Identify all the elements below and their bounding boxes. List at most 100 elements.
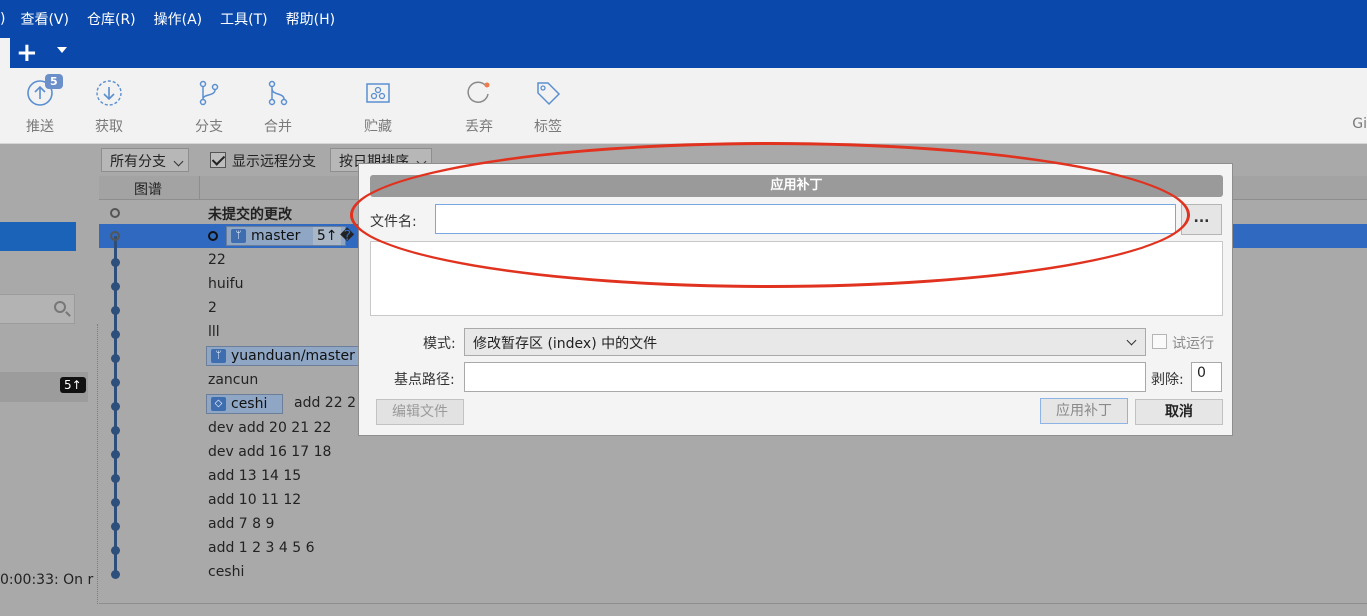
graph-node (111, 354, 120, 363)
dialog-title: 应用补丁 (370, 175, 1223, 197)
graph-node (111, 330, 120, 339)
sidebar-search-input[interactable] (0, 294, 75, 324)
apply-patch-dialog: 应用补丁 文件名: ... 模式: 修改暂存区 (index) 中的文件 试运行… (358, 163, 1233, 436)
discard-button[interactable]: 丢弃 (449, 78, 509, 136)
base-path-label: 基点路径: (394, 372, 455, 388)
browse-button[interactable]: ... (1181, 204, 1222, 235)
commit-row[interactable]: 2 (208, 300, 217, 316)
push-count-badge: 5 (45, 74, 63, 89)
discard-icon (467, 81, 490, 103)
stash-icon (366, 83, 390, 103)
active-tab[interactable] (0, 38, 10, 68)
fetch-icon (96, 80, 122, 106)
commit-row[interactable]: add 1 2 3 4 5 6 (208, 540, 315, 556)
graph-column-header[interactable]: 图谱 (134, 179, 162, 199)
menu-bar: ) 查看(V) 仓库(R) 操作(A) 工具(T) 帮助(H) (0, 0, 1367, 38)
tag-name: ceshi (231, 396, 268, 412)
branch-icon: ᛘ (231, 229, 246, 243)
cancel-button[interactable]: 取消 (1135, 399, 1223, 425)
stash-button[interactable]: 贮藏 (348, 78, 408, 136)
tag-label-ceshi[interactable]: ◇ ceshi (206, 394, 283, 414)
column-separator (199, 176, 200, 200)
branch-icon (199, 80, 219, 106)
menu-view[interactable]: 查看(V) (11, 9, 78, 29)
branch-filter-dropdown[interactable]: 所有分支 (101, 148, 189, 172)
fetch-button[interactable]: 获取 (79, 78, 139, 136)
patch-preview-area[interactable] (370, 241, 1223, 316)
base-path-input[interactable] (464, 362, 1146, 392)
search-icon (54, 301, 66, 313)
edit-file-button[interactable]: 编辑文件 (376, 399, 464, 425)
commit-row[interactable]: add 13 14 15 (208, 468, 301, 484)
head-commit-message: � (340, 228, 355, 244)
tab-dropdown-icon[interactable] (57, 47, 67, 53)
graph-node (111, 546, 120, 555)
show-remote-checkbox[interactable] (210, 152, 226, 168)
head-marker-icon (208, 231, 218, 241)
menu-repository[interactable]: 仓库(R) (78, 9, 145, 29)
apply-patch-button[interactable]: 应用补丁 (1040, 398, 1128, 424)
tag-commit-message: add 22 2 (294, 395, 356, 411)
sidebar-timestamp: 0:00:33: On r (0, 572, 94, 588)
graph-node (111, 570, 120, 579)
toolbar: 5 推送 获取 分支 合并 贮藏 丢弃 标签 Gi (0, 68, 1367, 144)
graph-node (111, 282, 120, 291)
menu-actions[interactable]: 操作(A) (145, 9, 212, 29)
bottom-panel (99, 603, 1367, 616)
commit-row[interactable]: zancun (208, 372, 258, 388)
commit-row[interactable]: add 7 8 9 (208, 516, 274, 532)
graph-node (111, 306, 120, 315)
mode-value: 修改暂存区 (index) 中的文件 (473, 336, 658, 352)
menu-fragment: ) (0, 11, 6, 27)
sidebar-selected-item[interactable] (0, 222, 76, 251)
mode-select[interactable]: 修改暂存区 (index) 中的文件 (464, 328, 1146, 356)
graph-node (111, 378, 120, 387)
graph-node (111, 258, 120, 267)
strip-input[interactable]: 0 (1191, 362, 1222, 392)
dry-run-checkbox[interactable] (1152, 334, 1167, 349)
merge-icon (268, 80, 288, 106)
commit-row[interactable]: huifu (208, 276, 243, 292)
ahead-count: 5↑ (312, 227, 342, 245)
merge-button[interactable]: 合并 (248, 78, 308, 136)
strip-label: 剥除: (1151, 372, 1184, 388)
filename-label: 文件名: (370, 214, 417, 230)
tag-icon (537, 82, 561, 106)
branch-tag-master[interactable]: ᛘ master 5↑ (226, 226, 347, 246)
remote-branch-name: yuanduan/master (231, 348, 355, 364)
new-tab-plus-icon[interactable]: + (16, 39, 38, 67)
branch-tag-remote[interactable]: ᛘ yuanduan/master (206, 346, 360, 366)
merge-label: 合并 (264, 119, 292, 135)
uncommitted-changes-row[interactable]: 未提交的更改 (208, 204, 292, 224)
commit-row[interactable]: add 10 11 12 (208, 492, 301, 508)
graph-node (111, 498, 120, 507)
gitflow-label[interactable]: Gi (1352, 116, 1367, 132)
commit-row[interactable]: 22 (208, 252, 226, 268)
tag-label: 标签 (534, 119, 562, 135)
graph-node (111, 450, 120, 459)
show-remote-label: 显示远程分支 (232, 154, 316, 170)
graph-node-head (110, 231, 120, 241)
menu-tools[interactable]: 工具(T) (211, 9, 276, 29)
graph-node (111, 426, 120, 435)
commit-row[interactable]: lll (208, 324, 220, 340)
mode-label: 模式: (423, 336, 456, 352)
menu-help[interactable]: 帮助(H) (277, 9, 344, 29)
graph-node-uncommitted (110, 208, 120, 218)
graph-node (111, 522, 120, 531)
graph-node (111, 474, 120, 483)
tag-button[interactable]: 标签 (518, 78, 578, 136)
tag-icon: ◇ (211, 397, 226, 411)
dry-run-label: 试运行 (1172, 336, 1214, 352)
commit-row[interactable]: dev add 20 21 22 (208, 420, 331, 436)
filename-input[interactable] (435, 204, 1176, 234)
branch-label: 分支 (195, 119, 223, 135)
branch-name: master (251, 228, 301, 244)
branch-button[interactable]: 分支 (179, 78, 239, 136)
commit-row[interactable]: ceshi (208, 564, 244, 580)
commit-row[interactable]: dev add 16 17 18 (208, 444, 331, 460)
sidebar-divider (97, 324, 98, 604)
push-button[interactable]: 5 推送 (10, 74, 70, 136)
tab-strip: + (0, 38, 1367, 68)
discard-label: 丢弃 (465, 119, 493, 135)
